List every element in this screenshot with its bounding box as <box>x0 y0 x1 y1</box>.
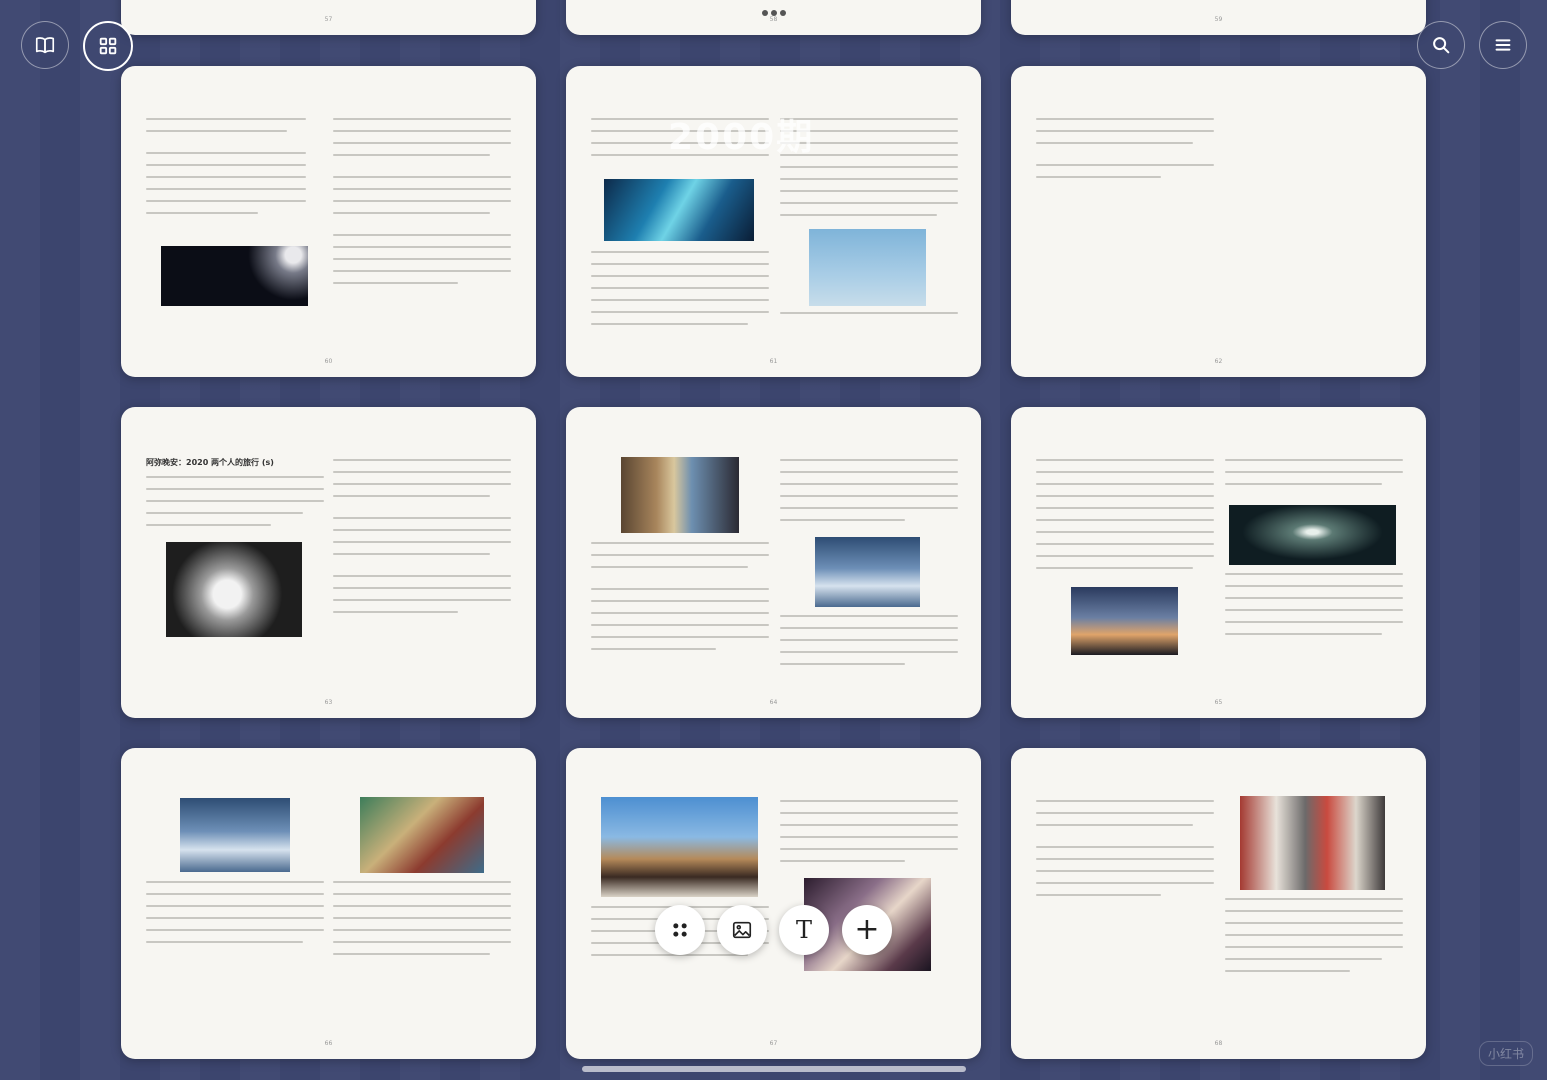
text-column <box>1036 118 1214 188</box>
page-thumbnail[interactable]: 59 <box>1011 0 1426 35</box>
page-number: 63 <box>324 699 333 706</box>
page-number: 67 <box>769 1040 778 1047</box>
text-column <box>780 312 958 324</box>
search-icon <box>1433 37 1450 54</box>
collage-photo <box>1240 796 1385 890</box>
text-column <box>1036 800 1214 906</box>
page-thumbnail[interactable]: 62 <box>1011 66 1426 377</box>
camera-portrait-photo <box>166 542 302 637</box>
page-number: 68 <box>1214 1040 1223 1047</box>
text-column <box>146 881 324 953</box>
overlay-title: 2000期 <box>668 117 815 158</box>
search-button[interactable] <box>1417 21 1465 69</box>
page-number: 65 <box>1214 699 1223 706</box>
menu-icon <box>1495 39 1511 51</box>
page-thumbnail[interactable]: 66 <box>121 748 536 1059</box>
page-thumbnail[interactable]: 58 <box>566 0 981 35</box>
home-indicator[interactable] <box>582 1066 966 1072</box>
palace-photo <box>601 797 758 897</box>
tree-sky-photo <box>809 229 926 306</box>
grid-icon <box>99 37 117 55</box>
book-icon <box>35 37 55 54</box>
text-column <box>780 800 958 872</box>
page-thumbnail[interactable]: 67 <box>566 748 981 1059</box>
menu-button[interactable] <box>1479 21 1527 69</box>
image-icon <box>732 921 752 939</box>
blue-abstract-photo <box>604 179 754 241</box>
page-thumbnail[interactable]: 57 <box>121 0 536 35</box>
text-column <box>333 118 511 294</box>
page-thumbnail[interactable]: 65 <box>1011 407 1426 718</box>
text-column <box>1225 898 1403 982</box>
text-column <box>1225 573 1403 645</box>
text-column <box>591 251 769 335</box>
text-column <box>333 881 511 965</box>
water-light-photo <box>1229 505 1396 565</box>
insert-image-button[interactable] <box>717 905 767 955</box>
grid-view-button[interactable] <box>83 21 133 71</box>
page-number: 62 <box>1214 358 1223 365</box>
text-column <box>146 118 306 224</box>
page-thumbnail[interactable]: 阿弥晚安：2020 两个人的旅行 (s) 63 <box>121 407 536 718</box>
watermark: 小红书 <box>1478 1041 1533 1066</box>
page-number: 59 <box>1214 16 1223 23</box>
sunset-photo <box>1071 587 1178 655</box>
apps-icon <box>673 923 687 937</box>
whale-photo <box>180 798 290 872</box>
page-number: 66 <box>324 1040 333 1047</box>
night-photo <box>161 246 308 306</box>
text-column: 阿弥晚安：2020 两个人的旅行 (s) <box>146 457 324 536</box>
text-column <box>780 615 958 675</box>
insert-text-button[interactable]: T <box>779 905 829 955</box>
page-number: 57 <box>324 16 333 23</box>
apps-button[interactable] <box>655 905 705 955</box>
page-thumbnail[interactable]: 64 <box>566 407 981 718</box>
more-icon[interactable] <box>762 10 786 16</box>
add-button[interactable]: + <box>842 905 892 955</box>
text-column <box>1225 459 1403 495</box>
text-column <box>591 542 769 660</box>
add-icon: + <box>854 912 880 947</box>
page-number: 61 <box>769 358 778 365</box>
page-number: 60 <box>324 358 333 365</box>
text-column <box>333 459 511 623</box>
page-number: 58 <box>769 16 778 23</box>
page-thumbnail[interactable]: 68 <box>1011 748 1426 1059</box>
text-column <box>1036 459 1214 579</box>
museum-photo <box>621 457 739 533</box>
text-column <box>780 459 958 531</box>
page-thumbnail[interactable]: 60 <box>121 66 536 377</box>
illustration-photo <box>360 797 484 873</box>
page-heading: 阿弥晚安：2020 两个人的旅行 (s) <box>146 458 274 467</box>
library-button[interactable] <box>21 21 69 69</box>
page-number: 64 <box>769 699 778 706</box>
whale-photo <box>815 537 920 607</box>
text-icon: T <box>795 916 812 944</box>
